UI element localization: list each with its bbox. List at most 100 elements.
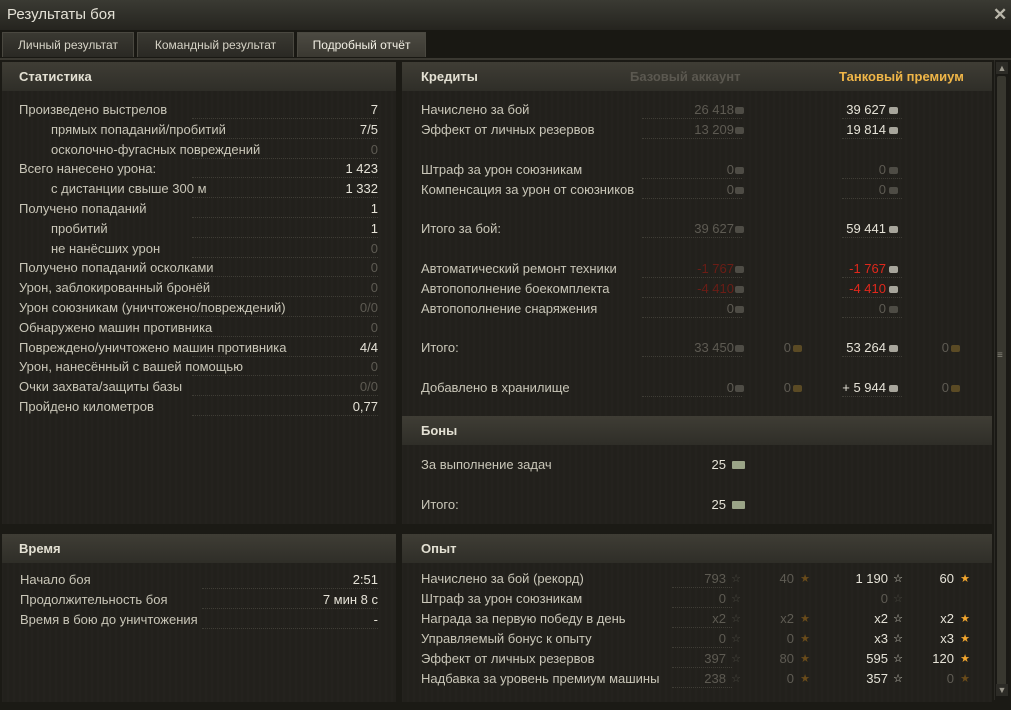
- free-xp-base-value: 40: [779, 571, 794, 586]
- free-xp-star-icon: ★: [960, 613, 970, 625]
- bond-row: За выполнение задач 25: [402, 455, 992, 475]
- credit-coin-icon: [735, 167, 744, 174]
- stat-label: Урон союзникам (уничтожено/повреждений): [19, 300, 286, 315]
- stat-value: 4/4: [359, 339, 378, 355]
- bond-icon: [732, 461, 745, 469]
- stat-value: 0,77: [352, 399, 378, 414]
- bond-row: Итого: 25: [402, 495, 992, 515]
- tab-bar: Личный результат Командный результат Под…: [0, 30, 1011, 60]
- statistics-title: Статистика: [19, 69, 92, 84]
- xp-label-text: Управляемый бонус к опыту: [421, 631, 592, 646]
- credit-coin-icon: [889, 385, 898, 392]
- credit-base-value: 0: [726, 182, 734, 197]
- time-value: -: [373, 612, 378, 627]
- gold-base-value: 0: [783, 340, 791, 355]
- stat-label: Пройдено километров: [19, 399, 154, 414]
- stat-value: 1: [370, 220, 378, 236]
- stat-value: 0: [370, 280, 378, 296]
- gold-premium-value: 0: [941, 340, 949, 355]
- bond-value: 25: [711, 457, 726, 472]
- xp-label: Награда за первую победу в день: [421, 609, 626, 629]
- stat-value: 0/0: [359, 300, 378, 315]
- xp-star-icon: ☆: [893, 613, 903, 625]
- free-xp-base-value: x2: [780, 611, 794, 626]
- scroll-down-icon[interactable]: ▼: [996, 684, 1008, 696]
- credit-coin-icon: [735, 286, 744, 293]
- xp-row: Надбавка за уровень премиум машины 238 ☆ 0 ★…: [402, 669, 992, 689]
- experience-title: Опыт: [421, 541, 457, 556]
- credit-coin-icon: [735, 345, 744, 352]
- stat-value: 0: [370, 319, 378, 335]
- xp-star-icon: ☆: [731, 613, 741, 625]
- close-icon[interactable]: ✕: [993, 5, 1007, 25]
- scrollbar[interactable]: ▲ ≡ ▼: [994, 60, 1009, 700]
- xp-premium-value: x2: [874, 611, 888, 626]
- tab-team-result[interactable]: Командный результат: [137, 32, 294, 57]
- stat-value: 7: [370, 102, 378, 117]
- gold-premium-value: 0: [941, 380, 949, 395]
- credit-row: Автопополнение снаряжения 0 0: [402, 299, 992, 319]
- credit-label: Автопополнение боекомплекта: [421, 281, 610, 296]
- stat-row: Урон союзникам (уничтожено/повреждений) 0…: [2, 298, 396, 318]
- credit-premium-value: 39 627: [846, 102, 886, 117]
- credit-coin-icon: [889, 266, 898, 273]
- credit-coin-icon: [735, 127, 744, 134]
- xp-base-value: x2: [712, 611, 726, 626]
- experience-header: Опыт: [402, 534, 992, 563]
- scroll-up-icon[interactable]: ▲: [996, 62, 1008, 74]
- credit-label: Штраф за урон союзникам: [421, 162, 583, 177]
- free-xp-star-icon: ★: [960, 653, 970, 665]
- credits-panel: Кредиты Базовый аккаунт Танковый премиум…: [402, 62, 992, 416]
- credit-label: Добавлено в хранилище: [421, 380, 570, 395]
- stat-row: Получено попаданий 1: [2, 199, 396, 219]
- time-row: Время в бою до уничтожения -: [2, 610, 396, 630]
- stat-label: Обнаружено машин противника: [19, 319, 213, 335]
- free-xp-premium-value: 60: [939, 571, 954, 586]
- time-header: Время: [2, 534, 396, 563]
- stat-label: не нанёсших урон: [51, 240, 161, 256]
- scrollbar-thumb[interactable]: [997, 76, 1006, 694]
- credit-label: Итого:: [421, 340, 459, 355]
- time-panel: Время Начало боя 2:51 Продолжительность бо…: [2, 534, 396, 702]
- xp-row: Штраф за урон союзникам 0 ☆ 0 ☆: [402, 589, 992, 609]
- xp-row: Эффект от личных резервов 397 ☆ 80 ★ 595 ☆ 120 ★: [402, 649, 992, 669]
- credit-label: Автопополнение снаряжения: [421, 301, 598, 316]
- credit-coin-icon: [889, 187, 898, 194]
- xp-label-text: Эффект от личных резервов: [421, 651, 595, 666]
- xp-label: Начислено за бой (рекорд): [421, 569, 584, 589]
- xp-row: Начислено за бой (рекорд) 793 ☆ 40 ★ 1 190 ☆ 60…: [402, 569, 992, 589]
- stat-row: Очки захвата/защиты базы 0/0: [2, 377, 396, 397]
- stat-row: с дистанции свыше 300 м 1 332: [2, 179, 396, 199]
- gold-coin-icon: [951, 345, 960, 352]
- credit-coin-icon: [735, 385, 744, 392]
- credit-base-value: 0: [726, 380, 734, 395]
- credit-label: Автоматический ремонт техники: [421, 261, 617, 276]
- title-bar: Результаты боя ✕: [0, 0, 1011, 31]
- tab-detailed-report[interactable]: Подробный отчёт: [297, 32, 426, 57]
- tab-personal-result[interactable]: Личный результат: [2, 32, 134, 57]
- stat-label: Получено попаданий осколками: [19, 260, 214, 276]
- credit-row: Итого за бой: 39 627 59 441: [402, 219, 992, 239]
- time-title: Время: [19, 541, 61, 556]
- credit-premium-value: 0: [878, 162, 886, 177]
- xp-label: Управляемый бонус к опыту: [421, 629, 592, 649]
- dotted-leader: [842, 317, 902, 318]
- credit-row: Автоматический ремонт техники -1 767 -1 76…: [402, 259, 992, 279]
- stat-row: прямых попаданий/пробитий 7/5: [2, 120, 396, 140]
- credit-label: Компенсация за урон от союзников: [421, 182, 635, 197]
- xp-star-icon: ☆: [893, 673, 903, 685]
- stat-row: пробитий 1: [2, 219, 396, 239]
- credit-coin-icon: [889, 306, 898, 313]
- xp-star-icon: ☆: [731, 673, 741, 685]
- bond-label: Итого:: [421, 497, 459, 512]
- xp-premium-value: 1 190: [855, 571, 888, 586]
- credit-premium-value: -1 767: [849, 261, 886, 276]
- credits-title: Кредиты: [421, 69, 478, 84]
- tank-premium-header: Танковый премиум: [839, 69, 964, 84]
- credit-row: Добавлено в хранилище 0 0 + 5 944 0: [402, 378, 992, 398]
- time-row: Начало боя 2:51: [2, 570, 396, 590]
- xp-star-icon: ☆: [893, 573, 903, 585]
- xp-star-icon: ☆: [893, 653, 903, 665]
- xp-premium-value: 357: [866, 671, 888, 686]
- credit-row: Эффект от личных резервов 13 209 19 814: [402, 120, 992, 140]
